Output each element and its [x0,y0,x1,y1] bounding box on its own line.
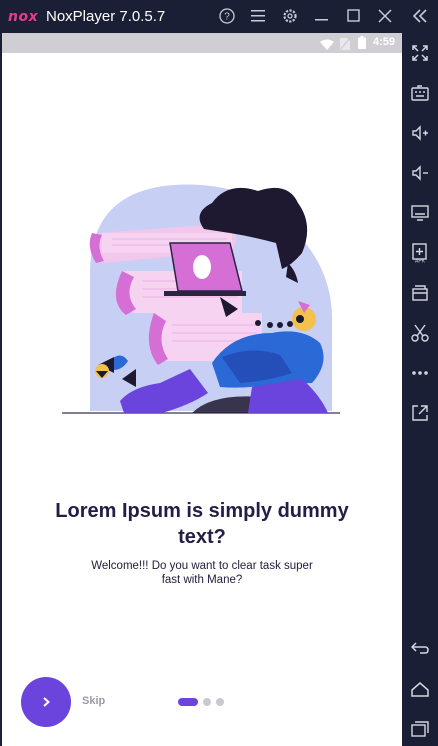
minimize-icon[interactable] [312,6,332,26]
help-icon[interactable]: ? [217,6,237,26]
page-dot-1 [178,698,198,706]
status-bar: 4:59 [2,33,402,53]
home-icon[interactable] [410,679,430,699]
back-icon[interactable] [410,638,430,658]
page-dot-2 [203,698,211,706]
skip-button[interactable]: Skip [82,695,105,707]
keyboard-icon[interactable] [410,83,430,103]
title-bar: nox NoxPlayer 7.0.5.7 ? [0,0,438,33]
collapse-sidebar-icon[interactable] [410,6,430,26]
android-screen: 4:59 Lorem Ipsum is simply dummy text? W… [2,33,402,746]
screen-icon[interactable] [410,203,430,223]
menu-icon[interactable] [248,6,268,26]
volume-up-icon[interactable] [410,123,430,143]
window-title: NoxPlayer 7.0.5.7 [46,8,166,25]
page-dot-3 [216,698,224,706]
clipboard-icon[interactable] [410,283,430,303]
export-icon[interactable] [410,403,430,423]
svg-text:APK: APK [415,259,426,264]
emulator-sidebar: APK [402,33,438,746]
next-button[interactable] [21,677,71,727]
onboarding-subtitle: Welcome!!! Do you want to clear task sup… [91,560,313,586]
battery-icon [358,36,366,54]
close-icon[interactable] [375,6,395,26]
more-icon[interactable] [410,363,430,383]
volume-down-icon[interactable] [410,163,430,183]
recents-icon[interactable] [410,719,430,739]
page-indicator [178,698,224,706]
settings-icon[interactable] [280,6,300,26]
nox-logo: nox [8,9,39,25]
onboarding-illustration [62,173,352,423]
onboarding-headline: Lorem Ipsum is simply dummy text? [55,500,349,548]
wifi-icon [320,37,334,55]
status-time: 4:59 [372,36,395,48]
maximize-icon[interactable] [344,6,364,26]
scissors-icon[interactable] [410,323,430,343]
fullscreen-icon[interactable] [410,43,430,63]
apk-install-icon[interactable]: APK [410,243,430,263]
no-sim-icon [340,37,350,55]
chevron-right-icon [43,697,51,707]
svg-text:?: ? [224,12,230,23]
